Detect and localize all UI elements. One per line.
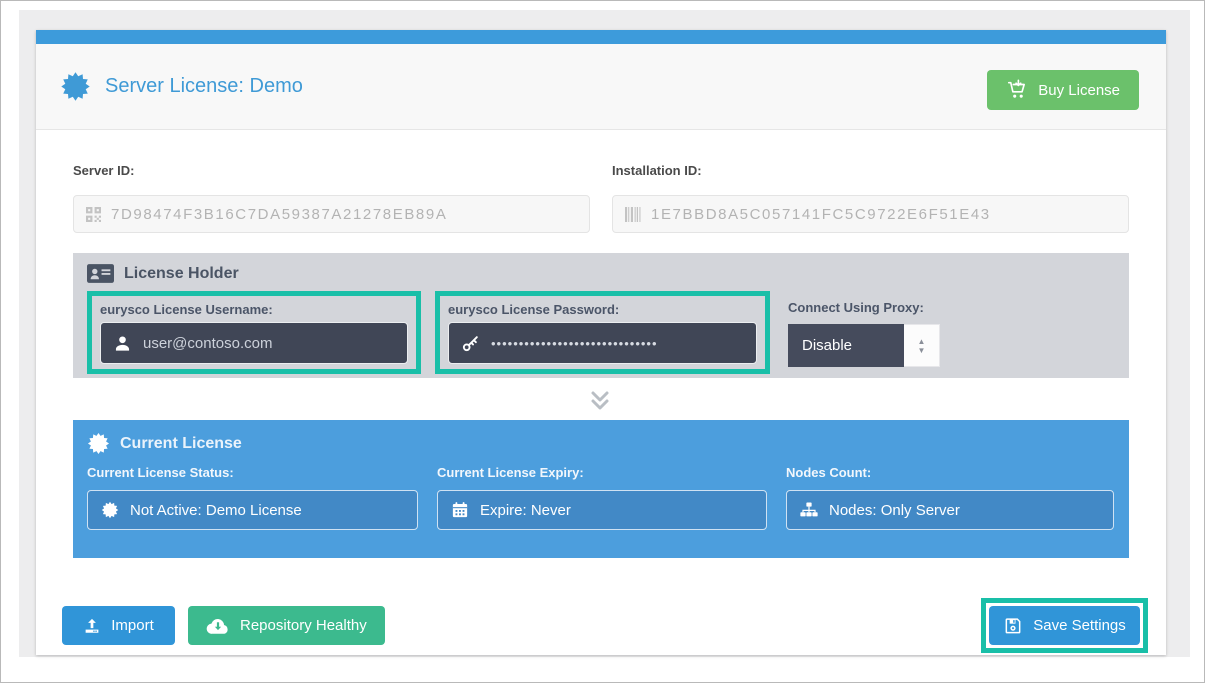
status-value: Not Active: Demo License	[130, 502, 302, 519]
status-field: Not Active: Demo License	[87, 490, 418, 530]
panel-body: Server ID: Installation ID:	[36, 130, 1166, 655]
buy-license-label: Buy License	[1038, 82, 1120, 99]
license-badge-icon	[60, 71, 91, 102]
password-input[interactable]	[491, 336, 756, 351]
license-badge-icon	[101, 501, 119, 519]
current-license-section: Current License Current License Status: …	[73, 420, 1129, 558]
installation-id-value	[651, 206, 1128, 223]
license-holder-header: License Holder	[87, 263, 239, 284]
server-license-panel: Server License: Demo Buy License Server …	[36, 30, 1166, 655]
password-highlight-box: eurysco License Password:	[435, 291, 770, 374]
nodes-value: Nodes: Only Server	[829, 502, 960, 519]
username-input-wrap	[100, 322, 408, 364]
expiry-field: Expire: Never	[437, 490, 767, 530]
license-holder-title: License Holder	[124, 265, 239, 283]
import-button[interactable]: Import	[62, 606, 175, 645]
key-icon	[461, 334, 480, 353]
proxy-select[interactable]: Disable ▲▼	[788, 324, 940, 367]
password-input-wrap	[448, 322, 757, 364]
buy-license-button[interactable]: Buy License	[987, 70, 1139, 110]
save-floppy-icon	[1003, 616, 1023, 636]
repository-healthy-label: Repository Healthy	[240, 617, 367, 634]
username-label: eurysco License Username:	[100, 300, 408, 317]
installation-id-field	[612, 195, 1129, 233]
panel-accent-bar	[36, 30, 1166, 44]
expiry-label: Current License Expiry:	[437, 465, 584, 480]
server-id-label: Server ID:	[73, 163, 134, 178]
proxy-selected-value: Disable	[788, 324, 904, 367]
save-settings-button[interactable]: Save Settings	[989, 606, 1140, 645]
spinner-arrows-icon[interactable]: ▲▼	[904, 324, 940, 367]
qrcode-icon	[86, 207, 101, 222]
save-settings-label: Save Settings	[1033, 617, 1126, 634]
user-icon	[113, 334, 132, 353]
server-id-value	[111, 206, 589, 223]
panel-header: Server License: Demo Buy License	[36, 44, 1166, 130]
sitemap-icon	[800, 501, 818, 519]
import-label: Import	[111, 617, 154, 634]
cloud-download-icon	[206, 616, 230, 635]
save-settings-highlight-box: Save Settings	[981, 598, 1148, 653]
license-holder-section: License Holder eurysco License Username:…	[73, 253, 1129, 378]
password-label: eurysco License Password:	[448, 300, 757, 317]
id-card-icon	[87, 263, 114, 284]
cart-arrow-down-icon	[1006, 79, 1028, 101]
page-title: Server License: Demo	[105, 75, 303, 98]
proxy-label: Connect Using Proxy:	[788, 300, 924, 315]
calendar-icon	[451, 501, 469, 519]
username-highlight-box: eurysco License Username:	[87, 291, 421, 374]
upload-icon	[83, 617, 101, 635]
installation-id-label: Installation ID:	[612, 163, 702, 178]
current-license-title: Current License	[120, 435, 242, 453]
current-license-header: Current License	[87, 432, 242, 455]
expiry-value: Expire: Never	[480, 502, 571, 519]
collapse-double-chevron-icon[interactable]	[587, 390, 613, 412]
server-id-field	[73, 195, 590, 233]
nodes-field: Nodes: Only Server	[786, 490, 1114, 530]
username-input[interactable]	[143, 335, 407, 352]
status-label: Current License Status:	[87, 465, 234, 480]
nodes-label: Nodes Count:	[786, 465, 871, 480]
barcode-icon	[625, 207, 641, 222]
license-badge-icon	[87, 432, 110, 455]
repository-healthy-button[interactable]: Repository Healthy	[188, 606, 385, 645]
page: Server License: Demo Buy License Server …	[0, 0, 1205, 683]
